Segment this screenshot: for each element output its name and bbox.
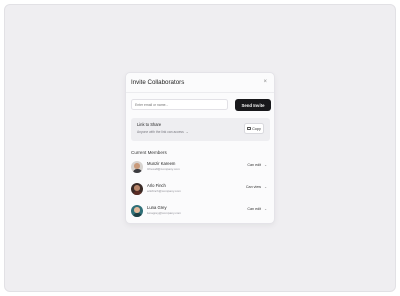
- member-name: Luna Grey: [147, 204, 167, 210]
- access-dropdown[interactable]: Anyone with the link can access ⌄: [137, 130, 189, 134]
- role-dropdown[interactable]: Can edit ⌄: [247, 207, 267, 211]
- avatar: [131, 183, 143, 195]
- role-label: Can edit: [247, 207, 262, 211]
- copy-icon: [247, 126, 251, 131]
- divider: [126, 92, 274, 93]
- dialog-title: Invite Collaborators: [131, 79, 185, 86]
- member-row: Munzir Kareem Uhexa8@company.com Can edi…: [131, 160, 271, 176]
- role-dropdown[interactable]: Can view ⌄: [246, 185, 267, 189]
- avatar: [131, 205, 143, 217]
- role-label: Can view: [245, 185, 262, 189]
- member-email: lunagrey@company.com: [147, 211, 182, 215]
- member-name: Arlo Finch: [147, 182, 166, 188]
- access-label: Anyone with the link can access: [137, 130, 184, 134]
- role-dropdown[interactable]: Can edit ⌄: [247, 163, 267, 167]
- avatar: [131, 161, 143, 173]
- chevron-down-icon: ⌄: [185, 130, 189, 134]
- send-invite-button[interactable]: Send Invite: [235, 99, 271, 111]
- email-input[interactable]: [131, 99, 228, 110]
- share-label: Link to Share: [137, 122, 162, 127]
- chevron-down-icon: ⌄: [264, 163, 267, 167]
- chevron-down-icon: ⌄: [264, 207, 267, 211]
- member-row: Luna Grey lunagrey@company.com Can edit ⌄: [131, 204, 271, 220]
- invite-dialog: Invite Collaborators × Send Invite Link …: [125, 72, 275, 224]
- chevron-down-icon: ⌄: [264, 185, 267, 189]
- member-row: Arlo Finch arlofinch@company.com Can vie…: [131, 182, 271, 198]
- role-label: Can edit: [247, 163, 262, 167]
- member-email: Uhexa8@company.com: [147, 167, 180, 171]
- copy-label: Copy: [252, 126, 261, 131]
- close-icon[interactable]: ×: [263, 79, 267, 85]
- share-link-panel: Link to Share Anyone with the link can a…: [131, 118, 270, 141]
- members-heading: Current Members: [131, 150, 167, 155]
- copy-button[interactable]: Copy: [244, 123, 264, 134]
- member-email: arlofinch@company.com: [147, 189, 181, 193]
- member-name: Munzir Kareem: [147, 160, 176, 166]
